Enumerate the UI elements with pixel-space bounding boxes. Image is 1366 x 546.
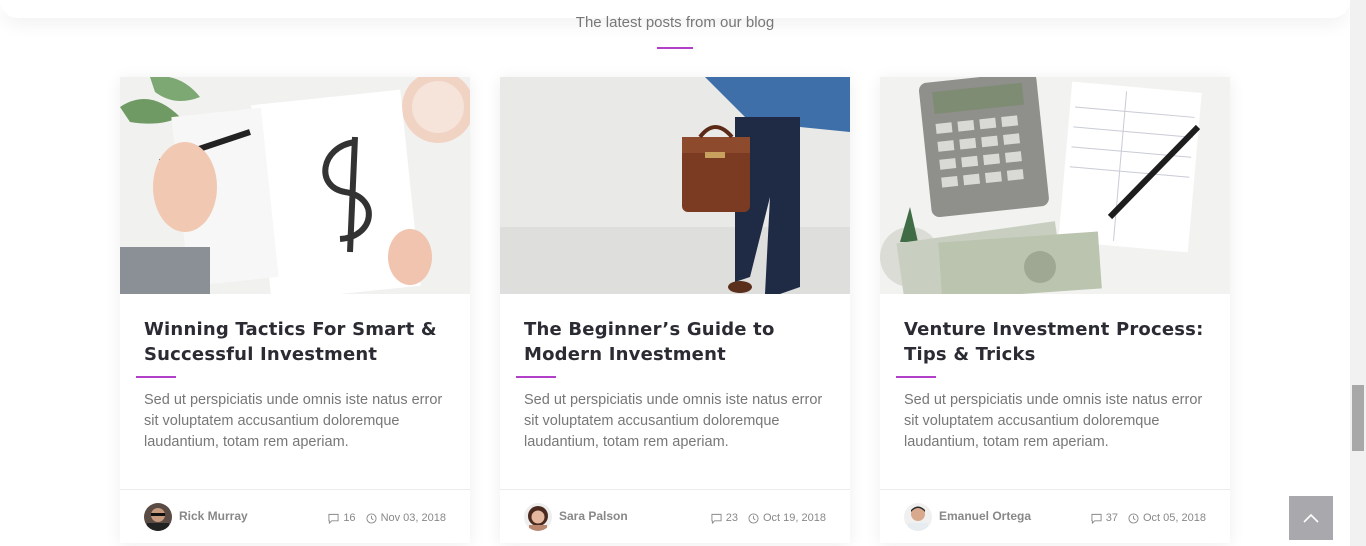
comment-count: 23 <box>725 512 738 524</box>
blog-card[interactable]: Winning Tactics For Smart & Successful I… <box>120 77 470 543</box>
comment-count: 37 <box>1105 512 1118 524</box>
back-to-top-button[interactable] <box>1289 496 1333 540</box>
post-thumbnail[interactable] <box>880 77 1230 294</box>
post-date: Nov 03, 2018 <box>380 512 446 524</box>
comment-icon <box>1091 513 1102 524</box>
chevron-up-icon <box>1303 513 1319 523</box>
post-excerpt: Sed ut perspiciatis unde omnis iste natu… <box>524 392 823 450</box>
author-name[interactable]: Rick Murray <box>179 509 248 523</box>
post-title[interactable]: The Beginner’s Guide to Modern Investmen… <box>524 317 834 367</box>
author-avatar <box>904 503 932 531</box>
blog-posts-grid: Winning Tactics For Smart & Successful I… <box>120 77 1230 546</box>
post-thumbnail[interactable] <box>120 77 470 294</box>
post-meta: 37 Oct 05, 2018 <box>1091 512 1206 524</box>
comment-icon <box>711 513 722 524</box>
post-excerpt: Sed ut perspiciatis unde omnis iste natu… <box>904 392 1203 450</box>
blog-card[interactable]: Venture Investment Process: Tips & Trick… <box>880 77 1230 543</box>
blog-card[interactable]: The Beginner’s Guide to Modern Investmen… <box>500 77 850 543</box>
post-title-line2[interactable]: Tips & Tricks <box>904 344 1036 365</box>
scrollbar-track[interactable] <box>1350 0 1366 546</box>
post-title-line1[interactable]: Venture Investment Process: <box>904 319 1204 340</box>
post-footer: Sara Palson 23 Oct 19, 2018 <box>500 489 850 543</box>
post-date: Oct 19, 2018 <box>763 512 826 524</box>
section-subtitle: The latest posts from our blog <box>575 14 775 31</box>
clock-icon <box>366 512 377 524</box>
author-avatar <box>524 503 552 531</box>
comment-icon <box>328 513 339 524</box>
comment-count: 16 <box>343 512 356 524</box>
post-footer: Emanuel Ortega 37 Oct 05, 2018 <box>880 489 1230 543</box>
post-footer: Rick Murray 16 Nov 03, 2018 <box>120 489 470 543</box>
author-name[interactable]: Sara Palson <box>559 509 628 523</box>
author-avatar <box>144 503 172 531</box>
post-title-line1[interactable]: The Beginner’s Guide to <box>524 319 775 340</box>
title-divider <box>896 376 936 378</box>
author-name[interactable]: Emanuel Ortega <box>939 509 1031 523</box>
post-title[interactable]: Winning Tactics For Smart & Successful I… <box>144 317 454 367</box>
post-title-line2[interactable]: Successful Investment <box>144 344 377 365</box>
post-date: Oct 05, 2018 <box>1143 512 1206 524</box>
scrollbar-thumb[interactable] <box>1352 385 1364 451</box>
post-meta: 16 Nov 03, 2018 <box>328 512 446 524</box>
title-divider <box>136 376 176 378</box>
clock-icon <box>748 512 759 524</box>
post-title-line1[interactable]: Winning Tactics For Smart & <box>144 319 437 340</box>
post-title[interactable]: Venture Investment Process: Tips & Trick… <box>904 317 1214 367</box>
clock-icon <box>1128 512 1139 524</box>
title-divider <box>516 376 556 378</box>
post-thumbnail[interactable] <box>500 77 850 294</box>
subtitle-divider <box>657 47 693 49</box>
post-title-line2[interactable]: Modern Investment <box>524 344 726 365</box>
post-meta: 23 Oct 19, 2018 <box>711 512 826 524</box>
post-excerpt: Sed ut perspiciatis unde omnis iste natu… <box>144 392 443 450</box>
